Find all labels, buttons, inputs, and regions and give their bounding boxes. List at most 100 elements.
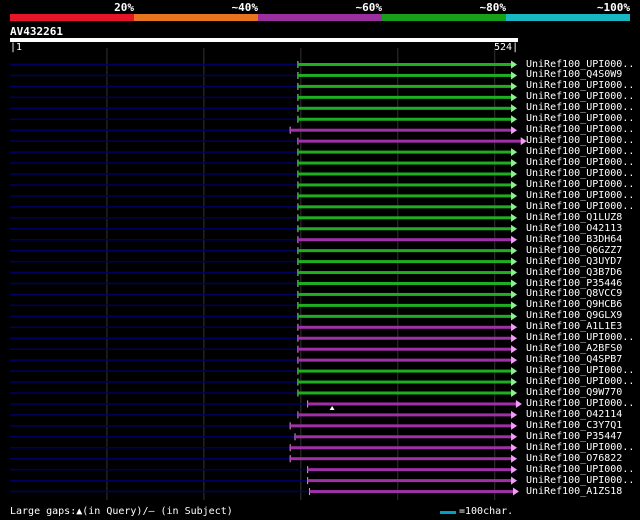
hit-arrow-head (511, 345, 518, 354)
hit-bar (297, 249, 513, 253)
hit-label[interactable]: UniRef100_Q6GZZ7 (526, 245, 622, 256)
hit-label[interactable]: UniRef100_P35446 (526, 278, 622, 289)
hit-label[interactable]: UniRef100_UPI000.. (526, 124, 634, 135)
footer-legend-text: Large gaps:▲(in Query)/— (in Subject) (10, 506, 233, 517)
hit-label[interactable]: UniRef100_UPI000.. (526, 475, 634, 486)
hit-bar (297, 260, 513, 264)
hit-arrow-head (511, 279, 518, 288)
hit-bar (290, 424, 513, 428)
hit-arrow-head (511, 104, 518, 113)
hit-arrow-head (511, 71, 518, 80)
hit-label[interactable]: UniRef100_O42113 (526, 223, 622, 234)
hit-bar (297, 380, 513, 384)
hit-arrow-head (511, 257, 518, 266)
hit-arrow-head (511, 465, 518, 474)
hit-arrow-head (511, 432, 518, 441)
hit-label[interactable]: UniRef100_UPI000.. (526, 464, 634, 475)
hit-bar (297, 303, 513, 307)
hit-label[interactable]: UniRef100_Q8VCC9 (526, 288, 622, 299)
hit-bar (297, 63, 513, 66)
hit-bar (297, 205, 513, 209)
hit-arrow-head (511, 82, 518, 91)
hit-label[interactable]: UniRef100_UPI000.. (526, 168, 634, 179)
hit-arrow-head (511, 126, 518, 135)
hit-bar (297, 369, 513, 373)
hit-bar (297, 150, 513, 154)
hit-bar (297, 139, 522, 143)
hit-arrow-head (511, 410, 518, 419)
hit-bar (297, 117, 513, 121)
hit-label[interactable]: UniRef100_Q4SPB7 (526, 354, 622, 365)
hit-label[interactable]: UniRef100_UPI000.. (526, 113, 634, 124)
hit-label[interactable]: UniRef100_A1ZS18 (526, 486, 622, 497)
hit-label[interactable]: UniRef100_P35447 (526, 431, 622, 442)
hit-label[interactable]: UniRef100_Q1LUZ8 (526, 212, 622, 223)
hit-arrow-head (511, 60, 518, 69)
hit-label[interactable]: UniRef100_UPI000.. (526, 365, 634, 376)
hit-bar (297, 282, 513, 285)
hit-bar (297, 84, 513, 88)
hit-label[interactable]: UniRef100_Q9GLX9 (526, 310, 622, 321)
hit-label[interactable]: UniRef100_UPI000.. (526, 146, 634, 157)
hit-label[interactable]: UniRef100_Q3UYD7 (526, 256, 622, 267)
hit-label[interactable]: UniRef100_UPI000.. (526, 91, 634, 102)
hit-bar (297, 314, 513, 318)
hit-label[interactable]: UniRef100_Q9HCB6 (526, 299, 622, 310)
hit-arrow-head (511, 367, 518, 376)
hit-label[interactable]: UniRef100_UPI000.. (526, 398, 634, 409)
hit-label[interactable]: UniRef100_UPI000.. (526, 59, 634, 70)
hit-bar (297, 325, 513, 329)
hit-label[interactable]: UniRef100_UPI000.. (526, 102, 634, 113)
hit-arrow-head (511, 334, 518, 343)
hit-arrow-head (515, 399, 522, 408)
hit-bar (290, 128, 513, 132)
hit-label[interactable]: UniRef100_UPI000.. (526, 157, 634, 168)
hit-bar (297, 391, 513, 395)
hit-arrow-head (511, 191, 518, 200)
hit-label[interactable]: UniRef100_UPI000.. (526, 80, 634, 91)
hit-bar (297, 172, 513, 176)
hit-arrow-head (512, 487, 519, 496)
hit-bar (297, 292, 513, 296)
hit-label[interactable]: UniRef100_UPI000.. (526, 190, 634, 201)
hit-label[interactable]: UniRef100_UPI000.. (526, 376, 634, 387)
hit-bar (297, 227, 513, 231)
legend-scale-line (440, 511, 456, 514)
hit-bar (297, 413, 513, 417)
hit-label[interactable]: UniRef100_Q4S0W9 (526, 69, 622, 80)
hit-label[interactable]: UniRef100_A2BFS0 (526, 343, 622, 354)
hit-label[interactable]: UniRef100_A1L1E3 (526, 321, 622, 332)
hit-arrow-head (511, 301, 518, 310)
hit-label[interactable]: UniRef100_UPI000.. (526, 442, 634, 453)
hit-arrow-head (511, 389, 518, 397)
hit-label[interactable]: UniRef100_C3Y7Q1 (526, 420, 622, 431)
hit-label[interactable]: UniRef100_UPI000.. (526, 135, 634, 146)
hit-arrow-head (511, 202, 518, 211)
hit-label[interactable]: UniRef100_UPI000.. (526, 179, 634, 190)
legend-scale-text: =100char. (459, 506, 514, 517)
hit-arrow-head (511, 235, 518, 244)
hit-arrow-head (511, 170, 518, 178)
hit-arrow-head (511, 421, 518, 430)
hit-label[interactable]: UniRef100_O42114 (526, 409, 622, 420)
hit-bar (295, 435, 513, 439)
hit-label[interactable]: UniRef100_UPI000.. (526, 201, 634, 212)
hit-arrow-head (511, 246, 518, 255)
hit-label[interactable]: UniRef100_B3DH64 (526, 234, 622, 245)
hit-arrow-head (511, 356, 518, 365)
hit-bar (297, 73, 513, 77)
hit-arrow-head (511, 213, 518, 222)
hit-arrow-head (511, 443, 518, 452)
query-gap-marker (329, 405, 335, 410)
hit-arrow-head (511, 115, 518, 124)
hit-bar (309, 490, 514, 494)
hit-bar (297, 238, 513, 242)
hit-bar (297, 183, 513, 187)
hit-label[interactable]: UniRef100_Q9W770 (526, 387, 622, 398)
hit-label[interactable]: UniRef100_Q3B7D6 (526, 267, 622, 278)
hit-arrow-head (511, 323, 518, 332)
hit-label[interactable]: UniRef100_UPI000.. (526, 332, 634, 343)
hit-bar (297, 216, 513, 220)
hit-bar (297, 336, 513, 340)
hit-label[interactable]: UniRef100_O76822 (526, 453, 622, 464)
